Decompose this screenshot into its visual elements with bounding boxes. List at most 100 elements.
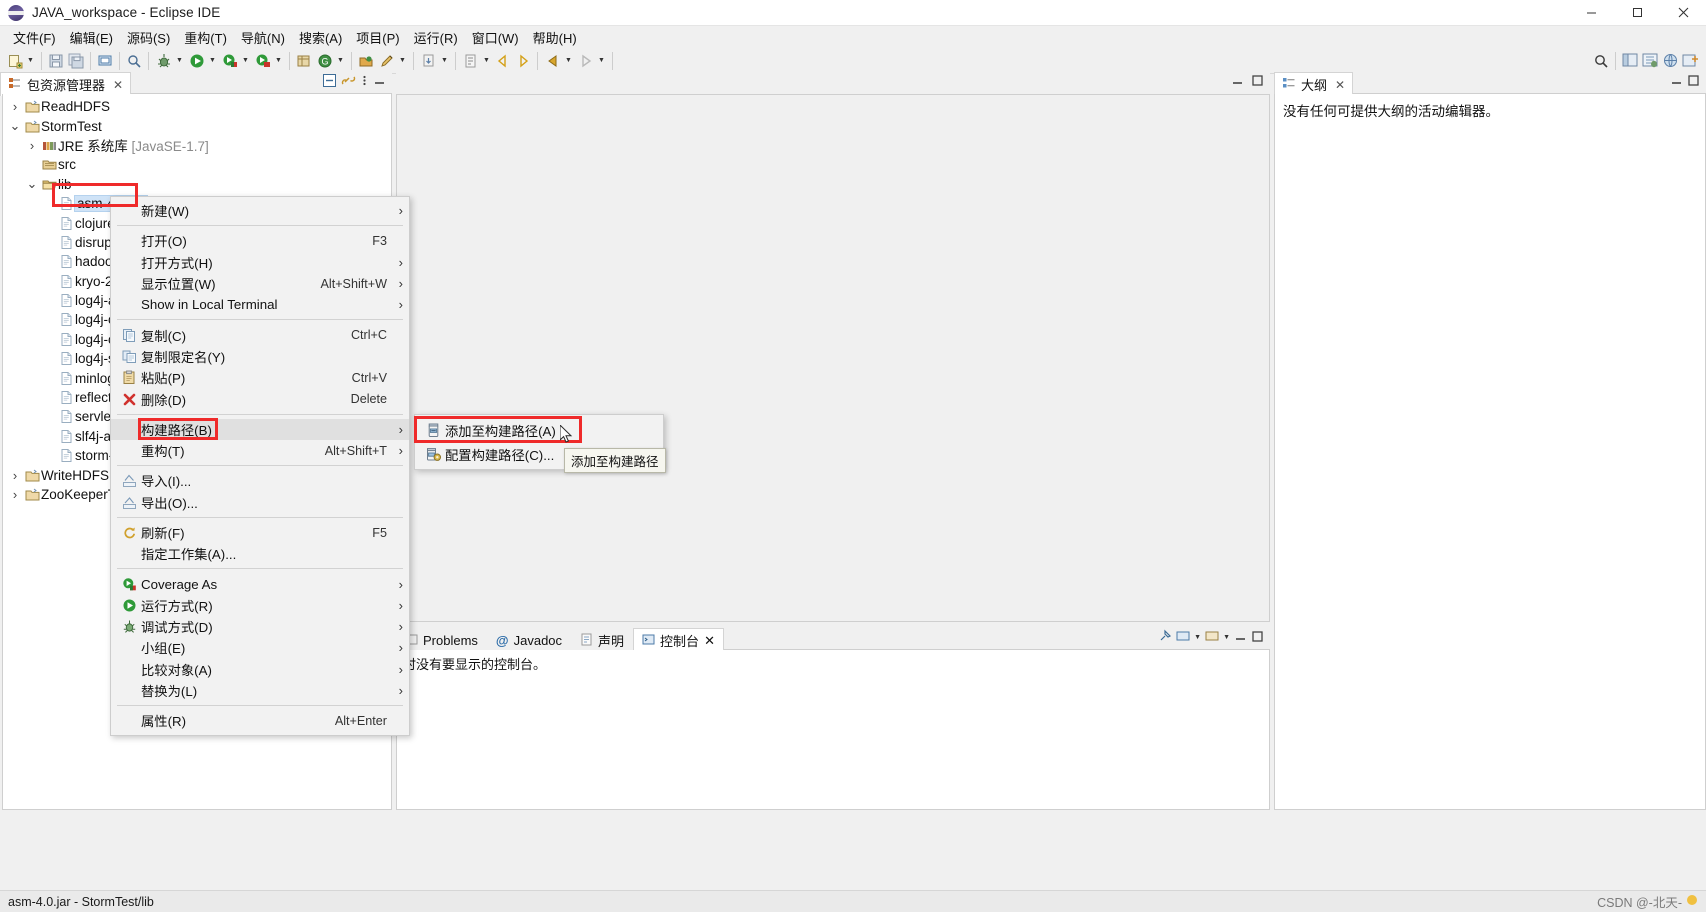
- external-tools-icon[interactable]: [419, 51, 439, 71]
- external-tools-dropdown-arrow[interactable]: ▼: [439, 51, 450, 71]
- debug-icon[interactable]: [154, 51, 174, 71]
- menu-edit[interactable]: 编辑(E): [63, 26, 120, 49]
- tree-row[interactable]: src: [3, 155, 391, 174]
- menu-new[interactable]: 新建(W) ›: [111, 200, 409, 221]
- minimize-icon[interactable]: [373, 74, 386, 90]
- close-button[interactable]: [1660, 0, 1706, 26]
- perspective-add-icon[interactable]: [1680, 51, 1700, 71]
- maximize-button[interactable]: [1614, 0, 1660, 26]
- quick-search-icon[interactable]: [1591, 51, 1611, 71]
- menu-refresh[interactable]: 刷新(F) F5: [111, 522, 409, 543]
- close-icon[interactable]: ✕: [113, 78, 123, 92]
- menu-show-in-local-terminal[interactable]: Show in Local Terminal ›: [111, 294, 409, 315]
- menu-debug-as[interactable]: 调试方式(D) ›: [111, 616, 409, 637]
- menu-file[interactable]: 文件(F): [6, 26, 63, 49]
- tree-row[interactable]: › ReadHDFS: [3, 97, 391, 116]
- debug-dropdown-arrow[interactable]: ▼: [174, 51, 185, 71]
- link-with-editor-icon[interactable]: [341, 73, 356, 91]
- submenu-add-to-build-path[interactable]: 添加至构建路径(A): [415, 418, 663, 442]
- open-type-icon[interactable]: G: [315, 51, 335, 71]
- menu-replace-with[interactable]: 替换为(L) ›: [111, 680, 409, 701]
- maximize-icon[interactable]: [1251, 74, 1264, 90]
- menu-assign-working-set[interactable]: 指定工作集(A)...: [111, 543, 409, 564]
- open-console-icon[interactable]: [1205, 629, 1219, 646]
- tab-console[interactable]: 控制台 ✕: [633, 628, 724, 652]
- menu-refactor[interactable]: 重构(T) Alt+Shift+T ›: [111, 440, 409, 461]
- chevron-down-icon[interactable]: ▼: [1223, 634, 1230, 641]
- view-menu-icon[interactable]: [360, 73, 369, 91]
- menu-coverage-as[interactable]: Coverage As ›: [111, 573, 409, 594]
- tab-package-explorer[interactable]: 包资源管理器 ✕: [0, 72, 132, 96]
- pin-console-icon[interactable]: [1158, 629, 1172, 646]
- edit-icon[interactable]: [377, 51, 397, 71]
- print-icon[interactable]: [95, 51, 115, 71]
- edit-dropdown-arrow[interactable]: ▼: [397, 51, 408, 71]
- menu-refactor[interactable]: 重构(T): [177, 26, 234, 49]
- menu-source[interactable]: 源码(S): [120, 26, 177, 49]
- chevron-down-icon[interactable]: ⌄: [7, 119, 23, 132]
- back-dropdown-arrow[interactable]: ▼: [563, 51, 574, 71]
- chevron-right-icon[interactable]: ›: [7, 468, 23, 483]
- collapse-all-icon[interactable]: [322, 73, 337, 91]
- menu-open[interactable]: 打开(O) F3: [111, 230, 409, 251]
- coverage-dropdown-arrow[interactable]: ▼: [240, 51, 251, 71]
- tab-declaration[interactable]: 声明: [571, 628, 633, 652]
- tree-row[interactable]: › JRE 系统库 [JavaSE-1.7]: [3, 136, 391, 155]
- menu-build-path[interactable]: 构建路径(B) ›: [111, 418, 409, 440]
- profile-icon[interactable]: [253, 51, 273, 71]
- menu-copy-qualified-name[interactable]: 复制限定名(Y): [111, 346, 409, 367]
- chevron-down-icon[interactable]: ⌄: [24, 177, 40, 190]
- menu-open-with[interactable]: 打开方式(H) ›: [111, 252, 409, 273]
- close-icon[interactable]: ✕: [1335, 78, 1345, 92]
- back-icon[interactable]: [543, 51, 563, 71]
- menu-navigate[interactable]: 导航(N): [234, 26, 292, 49]
- display-selected-console-icon[interactable]: [1176, 629, 1190, 646]
- tab-javadoc[interactable]: @ Javadoc: [487, 628, 571, 652]
- menu-copy[interactable]: 复制(C) Ctrl+C: [111, 324, 409, 345]
- tree-row[interactable]: ⌄ StormTest: [3, 116, 391, 135]
- close-icon[interactable]: ✕: [704, 633, 715, 649]
- menu-search[interactable]: 搜索(A): [292, 26, 349, 49]
- previous-edit-icon[interactable]: [493, 51, 513, 71]
- chevron-down-icon[interactable]: ▼: [1194, 634, 1201, 641]
- minimize-button[interactable]: [1568, 0, 1614, 26]
- menu-team[interactable]: 小组(E) ›: [111, 637, 409, 658]
- forward-dropdown-arrow[interactable]: ▼: [596, 51, 607, 71]
- open-task-icon[interactable]: [356, 51, 376, 71]
- maximize-icon[interactable]: [1687, 74, 1700, 90]
- next-annotation-dropdown-arrow[interactable]: ▼: [481, 51, 492, 71]
- forward-icon[interactable]: [576, 51, 596, 71]
- menu-run-as[interactable]: 运行方式(R) ›: [111, 595, 409, 616]
- save-all-icon[interactable]: [66, 51, 86, 71]
- chevron-right-icon[interactable]: ›: [7, 487, 23, 502]
- minimize-icon[interactable]: [1231, 74, 1244, 90]
- tree-row[interactable]: ⌄ lib: [3, 175, 391, 194]
- menu-show-in[interactable]: 显示位置(W) Alt+Shift+W ›: [111, 273, 409, 294]
- search-icon[interactable]: [124, 51, 144, 71]
- profile-dropdown-arrow[interactable]: ▼: [273, 51, 284, 71]
- run-icon[interactable]: [187, 51, 207, 71]
- menu-import[interactable]: 导入(I)...: [111, 470, 409, 491]
- menu-project[interactable]: 项目(P): [349, 26, 406, 49]
- menu-window[interactable]: 窗口(W): [465, 26, 526, 49]
- maximize-icon[interactable]: [1251, 630, 1264, 646]
- menu-run[interactable]: 运行(R): [407, 26, 465, 49]
- menu-export[interactable]: 导出(O)...: [111, 492, 409, 513]
- perspective-java-icon[interactable]: [1620, 51, 1640, 71]
- next-annotation-icon[interactable]: [461, 51, 481, 71]
- run-dropdown-arrow[interactable]: ▼: [207, 51, 218, 71]
- perspective-debug-icon[interactable]: [1640, 51, 1660, 71]
- new-package-icon[interactable]: [294, 51, 314, 71]
- menu-paste[interactable]: 粘贴(P) Ctrl+V: [111, 367, 409, 388]
- menu-properties[interactable]: 属性(R) Alt+Enter: [111, 710, 409, 731]
- chevron-right-icon[interactable]: ›: [24, 138, 40, 153]
- new-dropdown-arrow[interactable]: ▼: [25, 51, 36, 71]
- next-edit-icon[interactable]: [513, 51, 533, 71]
- minimize-icon[interactable]: [1234, 630, 1247, 646]
- chevron-right-icon[interactable]: ›: [7, 99, 23, 114]
- coverage-icon[interactable]: [220, 51, 240, 71]
- perspective-browser-icon[interactable]: [1660, 51, 1680, 71]
- open-type-dropdown-arrow[interactable]: ▼: [335, 51, 346, 71]
- menu-help[interactable]: 帮助(H): [526, 26, 584, 49]
- menu-compare-with[interactable]: 比较对象(A) ›: [111, 659, 409, 680]
